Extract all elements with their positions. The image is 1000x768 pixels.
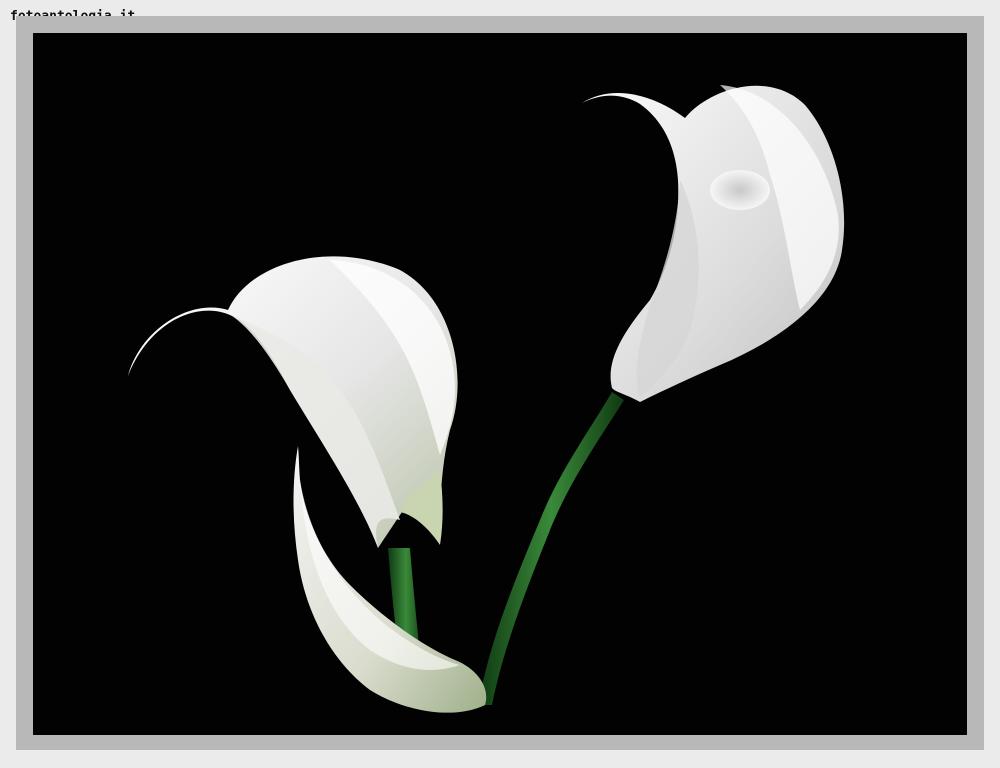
flower-throat: [710, 170, 770, 210]
photo: [33, 33, 967, 735]
left-lily: [128, 256, 458, 548]
right-lily: [582, 85, 845, 402]
